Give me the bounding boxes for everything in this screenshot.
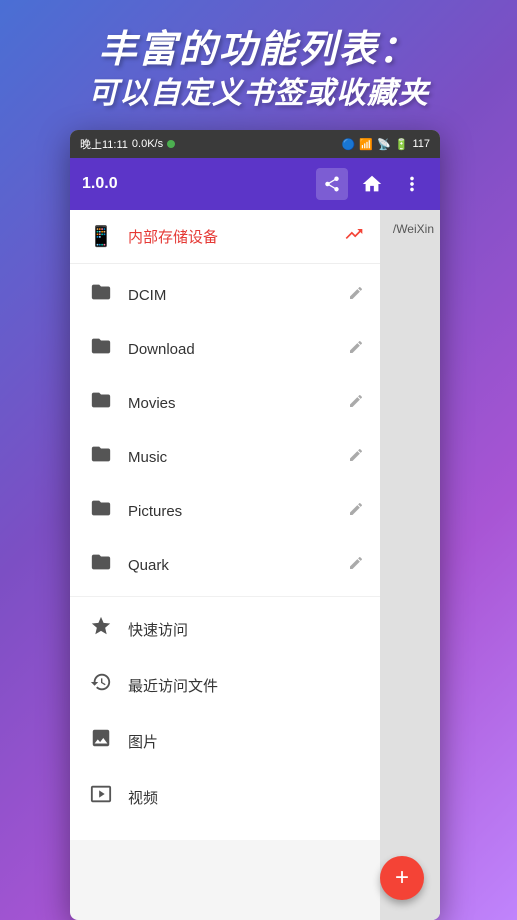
- folder-name-download: Download: [128, 341, 348, 358]
- quick-item-recent[interactable]: 最近访问文件: [70, 657, 380, 713]
- fab-icon: +: [395, 864, 409, 892]
- status-bar: 晚上11:11 0.0K/s 🔵 📶 📡 🔋 117: [70, 130, 440, 158]
- battery-icon: 🔋: [395, 138, 409, 151]
- trend-icon: [344, 224, 364, 249]
- folder-item-dcim[interactable]: DCIM: [70, 268, 380, 322]
- video-icon: [86, 783, 116, 811]
- quick-item-favorites[interactable]: 快速访问: [70, 601, 380, 657]
- wifi-icon: 📡: [377, 138, 391, 151]
- folder-item-quark[interactable]: Quark: [70, 538, 380, 592]
- folder-item-pictures[interactable]: Pictures: [70, 484, 380, 538]
- quick-label-video: 视频: [128, 787, 158, 808]
- quick-item-video[interactable]: 视频: [70, 769, 380, 825]
- star-icon: [86, 615, 116, 643]
- quick-access-section: 快速访问 最近访问文件 图片: [70, 597, 380, 840]
- folder-section: DCIM Download: [70, 264, 380, 597]
- folder-name-pictures: Pictures: [128, 503, 348, 520]
- path-label: /WeiXin: [380, 210, 440, 248]
- quick-label-images: 图片: [128, 731, 158, 752]
- storage-icon: 📱: [86, 224, 116, 249]
- folder-name-music: Music: [128, 449, 348, 466]
- status-indicator: [167, 140, 175, 148]
- top-subtitle: 可以自定义书签或收藏夹: [20, 74, 497, 113]
- image-icon: [86, 727, 116, 755]
- storage-label: 内部存储设备: [128, 226, 344, 247]
- top-title: 丰富的功能列表：: [20, 28, 497, 74]
- status-left: 晚上11:11 0.0K/s: [80, 136, 175, 152]
- fab-button[interactable]: +: [380, 856, 424, 900]
- battery-level: 117: [412, 138, 430, 150]
- edit-icon-pictures[interactable]: [348, 501, 364, 522]
- folder-item-music[interactable]: Music: [70, 430, 380, 484]
- history-icon: [86, 671, 116, 699]
- more-button[interactable]: [396, 168, 428, 200]
- folder-item-movies[interactable]: Movies: [70, 376, 380, 430]
- quick-item-images[interactable]: 图片: [70, 713, 380, 769]
- folder-icon-music: [86, 443, 116, 471]
- drawer[interactable]: 📱 内部存储设备 DCIM: [70, 210, 380, 840]
- music-icon: [86, 839, 116, 840]
- status-right: 🔵 📶 📡 🔋 117: [342, 138, 430, 151]
- storage-item[interactable]: 📱 内部存储设备: [70, 210, 380, 264]
- edit-icon-download[interactable]: [348, 339, 364, 360]
- share-button[interactable]: [316, 168, 348, 200]
- quick-item-music[interactable]: 音乐: [70, 825, 380, 840]
- folder-name-dcim: DCIM: [128, 287, 348, 304]
- quick-label-recent: 最近访问文件: [128, 675, 218, 696]
- folder-icon-download: [86, 335, 116, 363]
- phone-mockup: 晚上11:11 0.0K/s 🔵 📶 📡 🔋 117 1.0.0: [70, 130, 440, 920]
- top-text-area: 丰富的功能列表： 可以自定义书签或收藏夹: [0, 0, 517, 123]
- folder-icon-movies: [86, 389, 116, 417]
- folder-icon: [86, 281, 116, 309]
- status-speed: 0.0K/s: [132, 138, 163, 150]
- quick-label-favorites: 快速访问: [128, 619, 188, 640]
- edit-icon-dcim[interactable]: [348, 285, 364, 306]
- status-time: 晚上11:11: [80, 136, 128, 152]
- app-version: 1.0.0: [82, 175, 306, 193]
- edit-icon-movies[interactable]: [348, 393, 364, 414]
- folder-name-quark: Quark: [128, 557, 348, 574]
- right-panel: /WeiXin: [380, 210, 440, 920]
- folder-icon-pictures: [86, 497, 116, 525]
- phone-content: 📱 内部存储设备 DCIM: [70, 210, 440, 920]
- app-bar-icons: [316, 168, 428, 200]
- folder-item-download[interactable]: Download: [70, 322, 380, 376]
- bluetooth-icon: 🔵: [342, 138, 356, 151]
- home-button[interactable]: [356, 168, 388, 200]
- folder-name-movies: Movies: [128, 395, 348, 412]
- folder-icon-quark: [86, 551, 116, 579]
- app-bar: 1.0.0: [70, 158, 440, 210]
- edit-icon-quark[interactable]: [348, 555, 364, 576]
- signal-icon: 📶: [359, 138, 373, 151]
- edit-icon-music[interactable]: [348, 447, 364, 468]
